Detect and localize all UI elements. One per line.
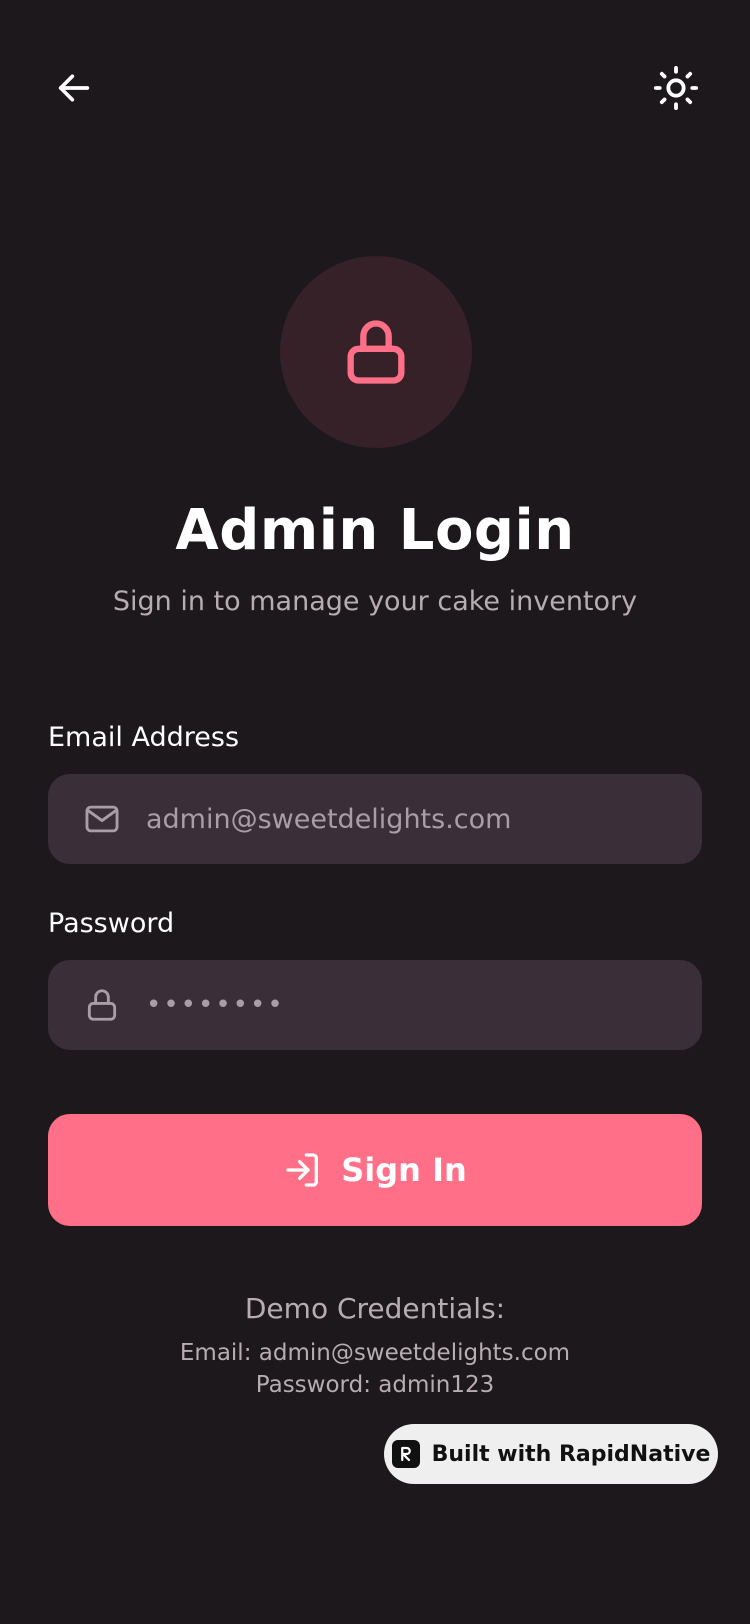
sign-in-button[interactable]: Sign In (48, 1114, 702, 1226)
sign-in-label: Sign In (341, 1151, 467, 1189)
email-field[interactable] (48, 774, 702, 864)
mail-icon (82, 799, 122, 839)
password-field[interactable]: •••••••• (48, 960, 702, 1050)
badge-label: Built with RapidNative (431, 1441, 711, 1467)
password-label: Password (48, 908, 175, 939)
demo-credentials-title: Demo Credentials: (244, 1292, 506, 1325)
demo-email-text: Email: admin@sweetdelights.com (179, 1340, 571, 1366)
email-input[interactable] (146, 803, 666, 835)
back-button[interactable] (48, 62, 100, 114)
lock-icon (347, 320, 405, 384)
password-input[interactable]: •••••••• (146, 990, 285, 1020)
sun-icon (653, 65, 699, 111)
log-in-icon (286, 1153, 319, 1187)
login-screen: Admin Login Sign in to manage your cake … (0, 0, 750, 1624)
email-label: Email Address (48, 722, 240, 753)
rapidnative-logo-icon (391, 1440, 420, 1468)
arrow-left-icon (58, 74, 90, 102)
theme-toggle-button[interactable] (650, 62, 702, 114)
lock-icon (82, 985, 122, 1025)
demo-password-text: Password: admin123 (255, 1372, 495, 1398)
rapidnative-badge[interactable]: Built with RapidNative (384, 1424, 718, 1484)
top-bar (48, 60, 702, 116)
page-title: Admin Login (175, 498, 575, 563)
hero-lock-badge (280, 256, 472, 448)
page-subtitle: Sign in to manage your cake inventory (112, 586, 638, 617)
